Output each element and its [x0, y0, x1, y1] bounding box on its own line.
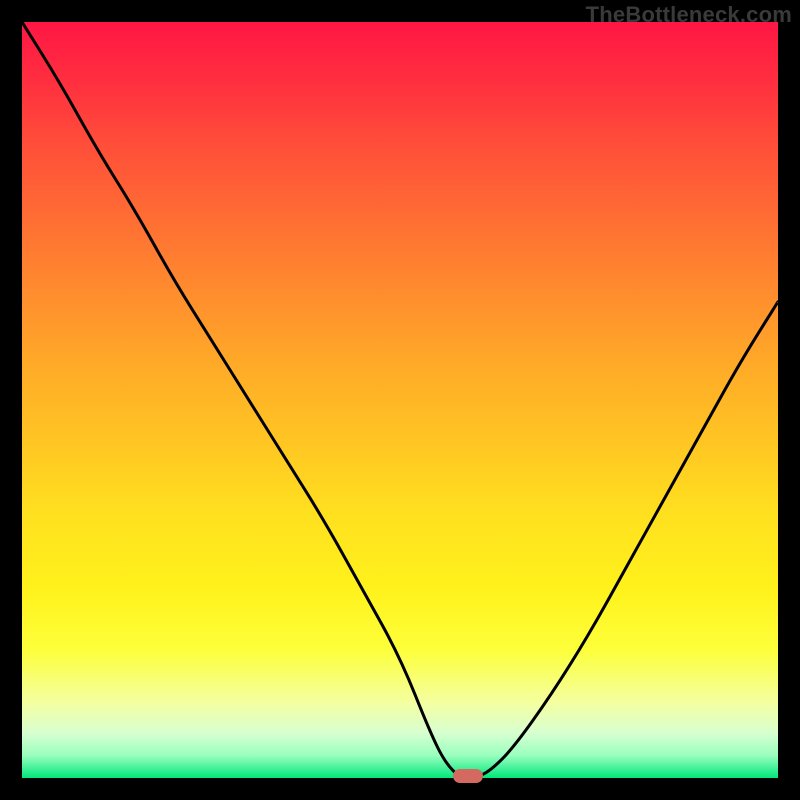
chart-frame: TheBottleneck.com	[0, 0, 800, 800]
min-marker	[453, 769, 483, 783]
watermark: TheBottleneck.com	[586, 2, 792, 28]
curve-right-arm	[476, 302, 778, 778]
curve-layer	[22, 22, 778, 778]
curve-left-arm	[22, 22, 460, 778]
